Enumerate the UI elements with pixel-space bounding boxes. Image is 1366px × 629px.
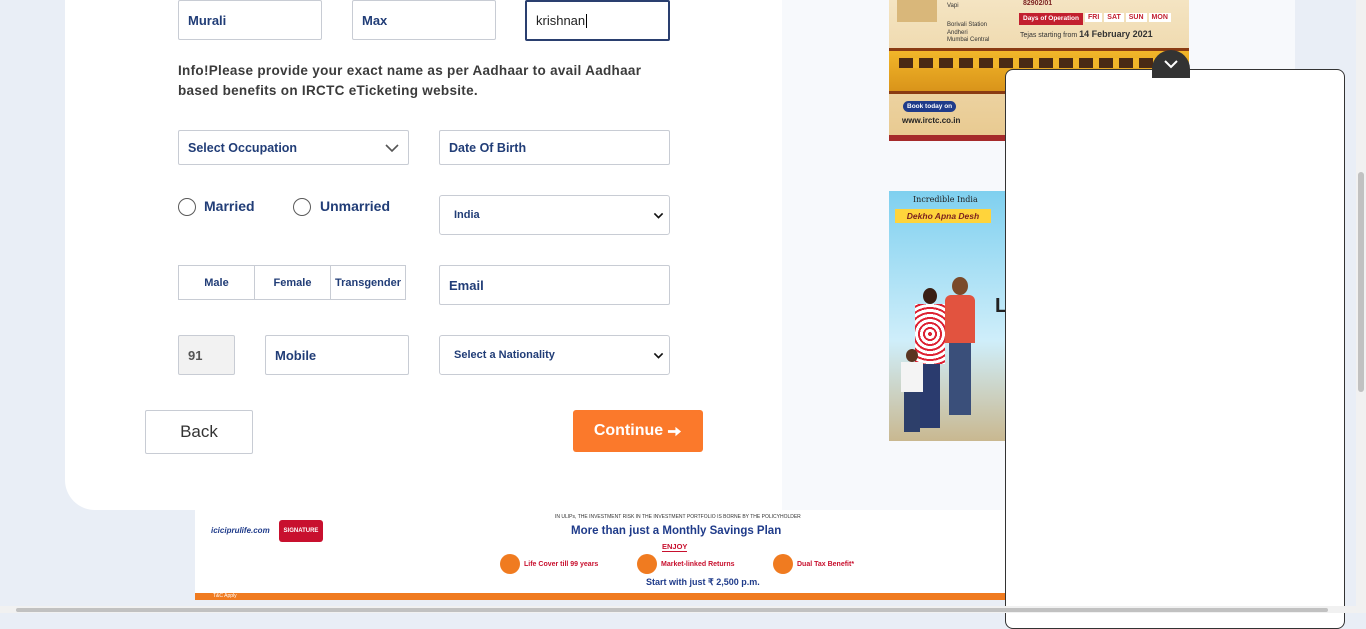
- gender-female-button[interactable]: Female: [254, 265, 331, 300]
- man-figure: [945, 277, 975, 417]
- day-badge: MON: [1148, 13, 1171, 22]
- life-cover-icon: [500, 554, 520, 574]
- ad-headline: More than just a Monthly Savings Plan: [571, 525, 782, 537]
- benefit-item: Life Cover till 99 years: [500, 554, 598, 574]
- back-button[interactable]: Back: [145, 410, 253, 454]
- gender-male-button[interactable]: Male: [178, 265, 255, 300]
- route-station: Andheri: [947, 30, 968, 36]
- route-map: [897, 0, 937, 22]
- dekho-apna-desh-banner: Dekho Apna Desh: [895, 209, 991, 223]
- signature-badge: SIGNATURE: [279, 520, 323, 542]
- aadhaar-info-text: Info!Please provide your exact name as p…: [178, 63, 642, 98]
- days-label: Days of Operation: [1019, 13, 1083, 25]
- scroll-thumb[interactable]: [1358, 172, 1364, 392]
- scroll-thumb[interactable]: [16, 608, 1328, 612]
- irctc-url: www.irctc.co.in: [902, 116, 961, 125]
- route-station: Mumbai Central: [947, 37, 990, 43]
- incredible-india-logo: Incredible India: [913, 195, 978, 204]
- day-badge: SAT: [1104, 13, 1124, 22]
- incredible-india-ad[interactable]: Incredible India Dekho Apna Desh L: [889, 191, 1005, 441]
- tc-text: T&C Apply: [213, 593, 237, 599]
- country-select[interactable]: India: [439, 195, 670, 235]
- first-name-field[interactable]: Murali: [178, 0, 322, 40]
- middle-name-field[interactable]: Max: [352, 0, 496, 40]
- married-radio[interactable]: [178, 198, 196, 216]
- text-cursor: [586, 13, 588, 28]
- last-name-field[interactable]: krishnan: [525, 0, 670, 41]
- overlay-popup[interactable]: [1005, 69, 1345, 629]
- book-today: Book today on: [903, 101, 957, 112]
- route-station: Borivali Station: [947, 22, 988, 28]
- nationality-select[interactable]: Select a Nationality: [439, 335, 670, 375]
- enjoy-label: ENJOY: [662, 542, 688, 552]
- icici-domain: iciciprulife.com: [211, 526, 270, 535]
- days-list: FRI SAT SUN MON: [1085, 13, 1171, 22]
- benefit-item: Dual Tax Benefit*: [773, 554, 854, 574]
- returns-icon: [637, 554, 657, 574]
- chevron-down-icon: [653, 212, 664, 219]
- chevron-down-icon: [385, 144, 399, 153]
- day-badge: FRI: [1085, 13, 1103, 22]
- country-code-field: 91: [178, 335, 235, 375]
- icici-pru-ad[interactable]: iciciprulife.com SIGNATURE IN ULIPs, THE…: [195, 510, 1005, 600]
- child-figure: [901, 349, 923, 434]
- married-label: Married: [204, 198, 255, 214]
- price-text: Start with just ₹ 2,500 p.m.: [646, 577, 760, 587]
- train-windows: [899, 58, 1169, 68]
- arrow-right-icon: [668, 426, 682, 436]
- chevron-down-icon: [1164, 60, 1178, 69]
- mobile-field[interactable]: Mobile: [265, 335, 409, 375]
- ad-code: 82902/01: [1023, 0, 1053, 7]
- continue-button[interactable]: Continue: [573, 410, 703, 452]
- ad-bottom-bar: [195, 593, 1005, 600]
- occupation-select[interactable]: Select Occupation: [178, 130, 409, 165]
- chevron-down-icon: [653, 352, 664, 359]
- tax-benefit-icon: [773, 554, 793, 574]
- unmarried-radio[interactable]: [293, 198, 311, 216]
- unmarried-label: Unmarried: [320, 198, 391, 214]
- benefit-item: Market-linked Returns: [637, 554, 735, 574]
- ulip-disclaimer: IN ULIPs, THE INVESTMENT RISK IN THE INV…: [555, 514, 801, 520]
- gender-transgender-button[interactable]: Transgender: [330, 265, 406, 300]
- route-station: Vapi: [947, 3, 959, 9]
- vertical-scrollbar[interactable]: [1356, 0, 1366, 613]
- date-of-birth-field[interactable]: Date Of Birth: [439, 130, 670, 165]
- day-badge: SUN: [1125, 13, 1147, 22]
- horizontal-scrollbar[interactable]: [0, 606, 1356, 613]
- truncated-letter: L: [995, 295, 1005, 317]
- start-text: Tejas starting from 14 February 2021: [1020, 29, 1153, 39]
- email-field[interactable]: Email: [439, 265, 670, 305]
